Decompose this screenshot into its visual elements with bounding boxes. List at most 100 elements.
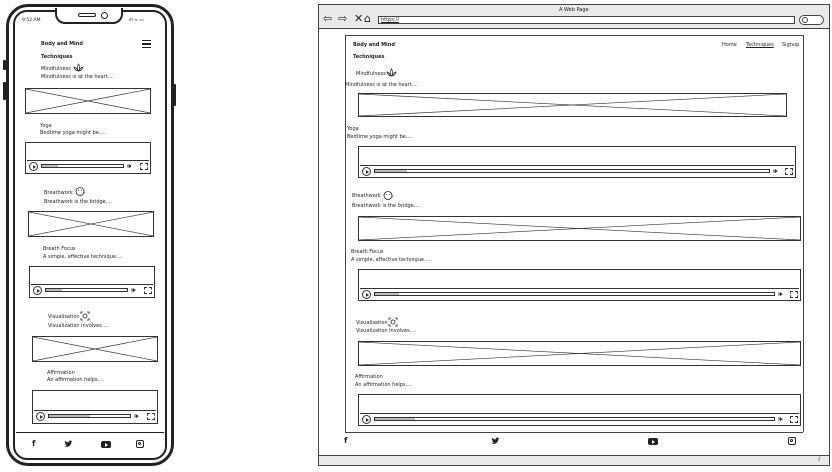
- browser-statusbar: [319, 455, 829, 465]
- section-title-affirmation: Affirmation: [47, 370, 75, 376]
- section-text-visualisation: Visualization involves....: [48, 323, 109, 329]
- facebook-icon[interactable]: f: [32, 440, 35, 448]
- section-title-mindfulness: Mindfulness: [356, 71, 386, 77]
- video-player[interactable]: 🕪: [358, 269, 801, 301]
- section-title-breath-focus: Breath Focus: [351, 249, 384, 255]
- youtube-icon[interactable]: [101, 441, 111, 448]
- phone-side-button: [3, 82, 6, 100]
- play-button[interactable]: [33, 286, 42, 295]
- fullscreen-icon[interactable]: [144, 287, 152, 294]
- search-button[interactable]: [799, 15, 824, 25]
- section-title-yoga: Yoga: [40, 123, 52, 129]
- nav-techniques[interactable]: Techniques: [746, 42, 774, 48]
- url-text: https://: [381, 17, 399, 23]
- play-button[interactable]: [362, 415, 371, 424]
- breath-face-icon: [75, 187, 86, 196]
- section-text-breath-focus: A simple, effective technique....: [351, 257, 431, 263]
- seek-bar[interactable]: [45, 288, 128, 292]
- video-player[interactable]: 🕪: [358, 146, 796, 178]
- section-text-breathwork: Breathwork is the bridge....: [44, 199, 113, 205]
- lotus-icon: [73, 63, 84, 72]
- seek-bar[interactable]: [374, 292, 775, 296]
- section-text-breathwork: Breathwork is the bridge....: [352, 203, 421, 209]
- volume-icon[interactable]: 🕪: [778, 415, 782, 424]
- image-placeholder: [358, 216, 801, 241]
- fullscreen-icon[interactable]: [147, 413, 155, 420]
- lotus-icon: [386, 68, 397, 77]
- section-text-mindfulness: Mindfulness is at the heart....: [345, 82, 419, 88]
- focus-icon: [80, 311, 90, 321]
- search-icon: [802, 17, 808, 23]
- video-player[interactable]: 🕪: [358, 394, 801, 426]
- nav-signup[interactable]: Signup: [782, 42, 799, 48]
- fullscreen-icon[interactable]: [140, 163, 148, 170]
- browser-title: A Web Page: [559, 7, 589, 13]
- video-player[interactable]: 🕪: [32, 390, 158, 424]
- volume-icon[interactable]: 🕪: [131, 286, 135, 295]
- section-title-breath-focus: Breath Focus: [43, 246, 76, 252]
- section-text-affirmation: An affirmation helps....: [355, 382, 412, 388]
- image-placeholder: [25, 88, 151, 114]
- seek-bar[interactable]: [41, 164, 124, 168]
- page-footer-divider: [345, 432, 803, 433]
- youtube-icon[interactable]: [648, 438, 658, 445]
- focus-icon: [388, 317, 398, 327]
- page-title: Techniques: [353, 54, 385, 60]
- section-title-visualisation: Visualisation: [48, 314, 80, 320]
- seek-bar[interactable]: [374, 417, 775, 421]
- site-brand[interactable]: Body and Mind: [41, 41, 83, 47]
- image-placeholder: [32, 336, 158, 362]
- status-time: 9:52 AM: [22, 18, 41, 23]
- fullscreen-icon[interactable]: [790, 291, 798, 298]
- fullscreen-icon[interactable]: [790, 416, 798, 423]
- phone-side-button: [173, 84, 176, 106]
- volume-icon[interactable]: 🕪: [134, 412, 138, 421]
- twitter-icon[interactable]: [491, 437, 500, 445]
- image-placeholder: [358, 93, 787, 117]
- instagram-icon[interactable]: [136, 440, 144, 448]
- section-text-yoga: Bedtime yoga might be....: [40, 130, 106, 136]
- site-brand[interactable]: Body and Mind: [353, 42, 395, 48]
- home-icon[interactable]: ⌂: [364, 13, 371, 24]
- seek-bar[interactable]: [374, 169, 770, 173]
- page-right-border: [803, 35, 804, 432]
- page-top-divider: [345, 35, 803, 36]
- phone-camera: [101, 12, 108, 19]
- twitter-icon[interactable]: [64, 440, 73, 448]
- section-title-affirmation: Affirmation: [355, 374, 383, 380]
- fullscreen-icon[interactable]: [785, 168, 793, 175]
- hamburger-menu-icon[interactable]: [142, 40, 151, 48]
- section-text-yoga: Bedtime yoga might be....: [347, 134, 413, 140]
- status-icons: ıll ≈ ▭: [129, 18, 144, 23]
- section-text-mindfulness: Mindfulness is at the heart....: [41, 74, 115, 80]
- volume-icon[interactable]: 🕪: [778, 290, 782, 299]
- play-button[interactable]: [362, 167, 371, 176]
- page-left-border: [345, 35, 346, 432]
- volume-icon[interactable]: 🕪: [773, 167, 777, 176]
- close-icon[interactable]: ✕: [354, 13, 363, 24]
- facebook-icon[interactable]: f: [344, 437, 347, 445]
- url-input[interactable]: https://: [378, 16, 795, 24]
- section-title-yoga: Yoga: [347, 126, 359, 132]
- footer-divider: [16, 432, 164, 433]
- image-placeholder: [358, 341, 801, 366]
- play-button[interactable]: [29, 162, 38, 171]
- section-title-visualisation: Visualisation: [356, 320, 388, 326]
- instagram-icon[interactable]: [788, 437, 796, 445]
- play-button[interactable]: [36, 412, 45, 421]
- image-placeholder: [28, 211, 154, 237]
- resize-grip-icon[interactable]: ⫽: [818, 457, 821, 463]
- seek-bar[interactable]: [48, 414, 131, 418]
- video-player[interactable]: 🕪: [29, 266, 155, 298]
- video-player[interactable]: 🕪: [25, 142, 151, 174]
- section-title-breathwork: Breathwork: [352, 193, 381, 199]
- section-text-visualisation: Visualization involves....: [356, 328, 417, 334]
- play-button[interactable]: [362, 290, 371, 299]
- section-text-affirmation: An affirmation helps....: [47, 377, 104, 383]
- nav-home[interactable]: Home: [722, 42, 737, 48]
- volume-icon[interactable]: 🕪: [127, 162, 131, 171]
- section-text-breath-focus: A simple, effective technique....: [43, 254, 123, 260]
- phone-side-button: [3, 60, 6, 70]
- arrow-right-icon[interactable]: ⇨: [338, 13, 347, 24]
- arrow-left-icon[interactable]: ⇦: [323, 13, 332, 24]
